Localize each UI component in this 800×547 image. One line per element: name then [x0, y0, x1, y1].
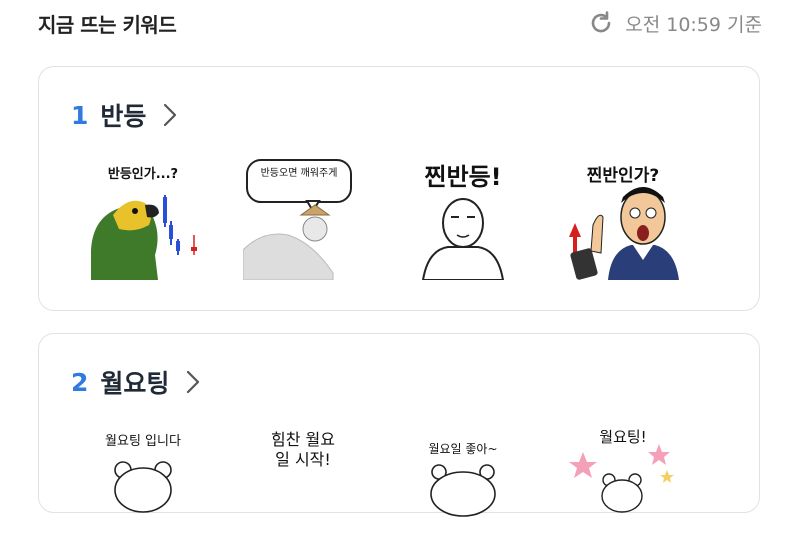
keyword-rank: 2: [71, 367, 89, 397]
keyword-card-1: 1 반등 반등인가...? 반등오면 깨워주게 찐반등! 찐반인가?: [38, 66, 760, 311]
sticker-caption: 반등인가...?: [107, 167, 179, 182]
keyword-link-1[interactable]: 1 반등: [71, 97, 178, 133]
sticker-caption: 월요팅!: [599, 428, 647, 446]
updated-time: 오전 10:59 기준: [625, 13, 762, 36]
sticker-caption: 월요팅 입니다: [105, 434, 181, 449]
sticker-list: 월요팅 입니다 힘찬 월요일 시작! 월요일 좋아~ 월요팅!: [83, 422, 683, 547]
keyword-link-2[interactable]: 2 월요팅: [71, 364, 201, 400]
refresh-icon[interactable]: [587, 9, 615, 37]
header: 지금 뜨는 키워드 오전 10:59 기준: [0, 0, 800, 46]
sticker-caption: 월요일 좋아~: [428, 442, 498, 456]
chevron-right-icon: [185, 369, 201, 395]
sticker-list: 반등인가...? 반등오면 깨워주게 찐반등! 찐반인가?: [83, 155, 683, 280]
sticker-bald-man[interactable]: 찐반등!: [403, 155, 523, 280]
sticker-caption: 반등오면 깨워주게: [260, 168, 338, 179]
sticker-bear-stars[interactable]: 월요팅!: [563, 422, 683, 547]
sticker-shocked-man[interactable]: 찐반인가?: [563, 155, 683, 280]
keyword-title: 반등: [100, 102, 147, 131]
keyword-card-2: 2 월요팅 월요팅 입니다 힘찬 월요일 시작! 월요일 좋아~ 월요팅!: [38, 333, 760, 517]
sticker-caption: 힘찬 월요일 시작!: [271, 430, 335, 469]
sticker-bear-like[interactable]: 월요일 좋아~: [403, 422, 523, 547]
sticker-sleeping-bubble[interactable]: 반등오면 깨워주게: [243, 155, 363, 280]
keyword-title: 월요팅: [100, 369, 170, 398]
sticker-monday-start[interactable]: 힘찬 월요일 시작!: [243, 422, 363, 547]
sticker-bear-monday[interactable]: 월요팅 입니다: [83, 422, 203, 547]
sticker-caption: 찐반인가?: [586, 166, 660, 186]
sticker-parrot-chart[interactable]: 반등인가...?: [83, 155, 203, 280]
section-title: 지금 뜨는 키워드: [38, 13, 177, 37]
keyword-rank: 1: [71, 100, 89, 130]
sticker-caption: 찐반등!: [424, 163, 502, 191]
refresh-button[interactable]: 오전 10:59 기준: [587, 9, 762, 37]
chevron-right-icon: [162, 102, 178, 128]
